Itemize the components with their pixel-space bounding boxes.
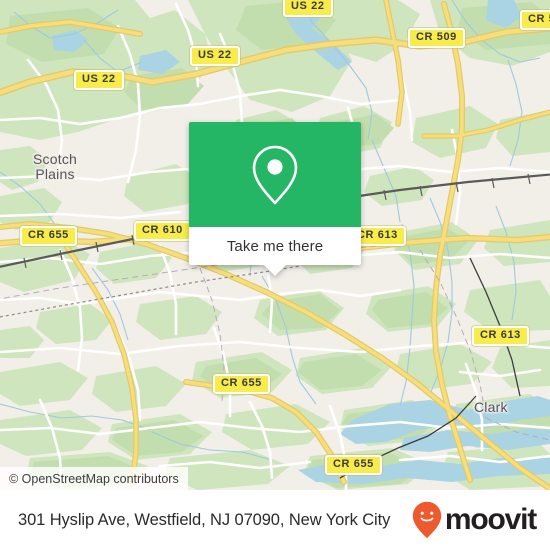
road-shield-us22-a[interactable]: US 22 [74, 70, 124, 90]
popup-footer[interactable]: Take me there [189, 227, 361, 265]
attribution-text: © OpenStreetMap contributors [9, 471, 179, 486]
moovit-map-screen: Scotch Plains Clark US 22 US 22 US 22 CR … [0, 0, 550, 550]
take-me-there-label: Take me there [226, 237, 324, 255]
road-shield-cr655-b[interactable]: CR 655 [213, 374, 270, 394]
road-shield-cr613-b[interactable]: CR 613 [472, 326, 529, 346]
address-text: 301 Hyslip Ave, Westfield, NJ 07090, New… [18, 510, 391, 529]
road-shield-cr5-edge[interactable]: CR 5 [520, 10, 550, 30]
road-shield-cr655-a[interactable]: CR 655 [20, 226, 77, 246]
road-shield-cr610[interactable]: CR 610 [134, 221, 191, 241]
road-shield-cr509[interactable]: CR 509 [408, 28, 465, 48]
moovit-logo[interactable]: moovit [412, 501, 537, 539]
popup-tail [264, 265, 286, 276]
road-shield-cr655-c[interactable]: CR 655 [325, 455, 382, 475]
road-shield-us22-c[interactable]: US 22 [283, 0, 333, 17]
map-attribution[interactable]: © OpenStreetMap contributors [0, 467, 188, 490]
take-me-there-popup[interactable]: Take me there [189, 122, 361, 276]
road-shield-us22-b[interactable]: US 22 [190, 46, 240, 66]
map-canvas[interactable]: Scotch Plains Clark US 22 US 22 US 22 CR … [0, 0, 550, 490]
map-pin-icon [252, 145, 298, 204]
moovit-smiley-pin-icon [412, 501, 442, 539]
popup-header [189, 122, 361, 227]
address-footer-bar: 301 Hyslip Ave, Westfield, NJ 07090, New… [0, 490, 550, 550]
moovit-wordmark: moovit [444, 503, 537, 536]
